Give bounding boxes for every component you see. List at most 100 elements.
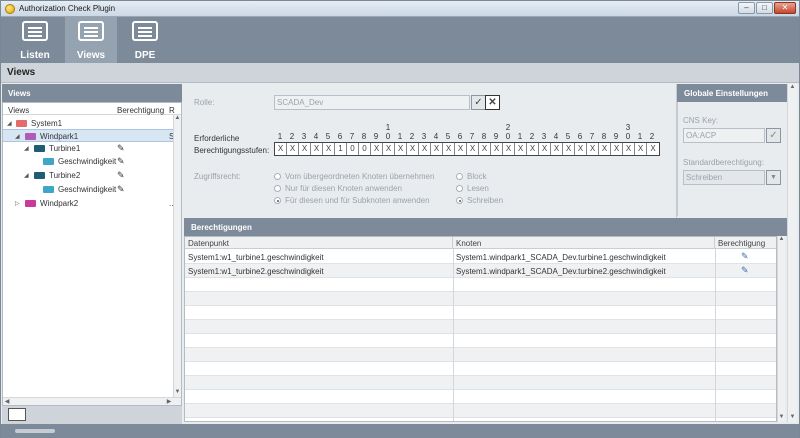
collapsed-arrow-icon[interactable]: ▷ — [15, 200, 20, 207]
minimize-button[interactable]: – — [738, 2, 755, 14]
toolbar-dpe-button[interactable]: DPE — [119, 17, 171, 63]
level-checkbox[interactable]: X — [635, 143, 647, 155]
standard-permission-select[interactable]: Schreiben — [683, 170, 765, 185]
edit-pen-icon[interactable]: ✎ — [117, 170, 125, 181]
level-checkbox[interactable]: X — [623, 143, 635, 155]
level-checkbox[interactable]: X — [539, 143, 551, 155]
tree-vertical-scrollbar[interactable]: ▲ ▼ — [173, 115, 181, 397]
expand-arrow-icon[interactable]: ◢ — [24, 145, 29, 152]
global-settings-panel: CNS Key: OA:ACP ✓ Standardberechtigung: … — [677, 102, 787, 216]
level-digit: 1 — [517, 132, 523, 141]
scroll-up-icon[interactable]: ▲ — [788, 84, 797, 92]
edit-pen-icon[interactable]: ✎ — [117, 143, 125, 154]
scroll-up-icon[interactable]: ▲ — [174, 115, 181, 123]
level-checkbox[interactable]: X — [611, 143, 623, 155]
level-checkbox[interactable]: X — [479, 143, 491, 155]
level-digit: 8 — [601, 132, 607, 141]
radio-this-node[interactable]: Nur für diesen Knoten anwenden — [274, 184, 402, 193]
level-digit: 1 — [397, 132, 403, 141]
level-checkbox[interactable]: X — [287, 143, 299, 155]
edit-pen-icon[interactable]: ✎ — [117, 184, 125, 195]
edit-pen-icon[interactable]: ✎ — [741, 265, 749, 276]
scroll-down-icon[interactable]: ▼ — [174, 389, 181, 397]
level-checkbox[interactable]: X — [491, 143, 503, 155]
tree-item-turbine2[interactable]: ◢ Turbine2 ✎ — [3, 169, 173, 182]
scroll-left-icon[interactable]: ◀ — [3, 398, 11, 405]
level-checkbox[interactable]: X — [647, 143, 659, 155]
level-checkbox[interactable]: X — [515, 143, 527, 155]
level-checkbox[interactable]: X — [455, 143, 467, 155]
tree-item-label: Geschwindigkeit — [58, 185, 117, 194]
expand-arrow-icon[interactable]: ◢ — [7, 120, 12, 127]
level-checkbox[interactable]: 0 — [359, 143, 371, 155]
cns-key-input[interactable]: OA:ACP — [683, 128, 765, 143]
level-checkbox[interactable]: X — [575, 143, 587, 155]
table-row[interactable]: System1:w1_turbine1.geschwindigkeit Syst… — [185, 250, 776, 264]
tree-horizontal-scrollbar[interactable]: ◀ ▶ — [3, 397, 181, 405]
level-checkbox[interactable]: X — [419, 143, 431, 155]
column-berechtigung[interactable]: Berechtigung — [117, 106, 164, 115]
radio-schreiben[interactable]: Schreiben — [456, 196, 503, 205]
level-checkbox[interactable]: X — [407, 143, 419, 155]
level-digit: 5 — [565, 132, 571, 141]
window-vertical-scrollbar[interactable]: ▲ ▼ — [787, 84, 797, 422]
level-checkbox[interactable]: X — [431, 143, 443, 155]
scroll-right-icon[interactable]: ▶ — [165, 398, 173, 405]
level-checkbox[interactable]: X — [563, 143, 575, 155]
chevron-down-icon[interactable]: ▼ — [766, 170, 781, 185]
expand-arrow-icon[interactable]: ◢ — [24, 172, 29, 179]
scroll-down-icon[interactable]: ▼ — [778, 414, 785, 422]
edit-pen-icon[interactable]: ✎ — [741, 251, 749, 262]
confirm-role-button[interactable]: ✓ — [471, 95, 486, 110]
level-checkbox[interactable]: X — [383, 143, 395, 155]
radio-subnodes[interactable]: Für diesen und für Subknoten anwenden — [274, 196, 430, 205]
status-scroll-handle[interactable] — [15, 429, 55, 433]
tree-item-geschwindigkeit-1[interactable]: Geschwindigkeit ✎ — [3, 155, 173, 168]
level-checkbox[interactable]: X — [467, 143, 479, 155]
level-checkbox[interactable]: X — [299, 143, 311, 155]
level-checkbox[interactable]: X — [551, 143, 563, 155]
level-checkbox[interactable]: X — [275, 143, 287, 155]
scroll-down-icon[interactable]: ▼ — [788, 414, 797, 422]
rolle-input[interactable]: SCADA_Dev — [274, 95, 470, 110]
tree-item-turbine1[interactable]: ◢ Turbine1 ✎ — [3, 142, 173, 155]
cancel-role-button[interactable]: ✕ — [485, 95, 500, 110]
level-checkbox[interactable]: 1 — [335, 143, 347, 155]
column-knoten[interactable]: Knoten — [453, 237, 715, 249]
edit-pen-icon[interactable]: ✎ — [117, 156, 125, 167]
level-checkbox[interactable]: 0 — [347, 143, 359, 155]
level-checkbox[interactable]: X — [371, 143, 383, 155]
level-checkbox[interactable]: X — [443, 143, 455, 155]
table-row[interactable]: System1:w1_turbine2.geschwindigkeit Syst… — [185, 264, 776, 278]
list-view-icon[interactable] — [8, 408, 26, 421]
toolbar-dpe-label: DPE — [134, 50, 156, 61]
level-checkbox[interactable]: X — [527, 143, 539, 155]
radio-inherit[interactable]: Vom übergeordneten Knoten übernehmen — [274, 172, 434, 181]
cns-confirm-button[interactable]: ✓ — [766, 128, 781, 143]
column-berechtigung[interactable]: Berechtigung — [715, 237, 776, 249]
level-checkbox[interactable]: X — [587, 143, 599, 155]
column-r[interactable]: R — [169, 106, 175, 115]
level-digit: 1 — [277, 132, 283, 141]
column-datenpunkt[interactable]: Datenpunkt — [185, 237, 453, 249]
close-button[interactable]: ✕ — [774, 2, 796, 14]
radio-lesen[interactable]: Lesen — [456, 184, 489, 193]
level-checkbox[interactable]: X — [503, 143, 515, 155]
level-checkbox[interactable]: X — [323, 143, 335, 155]
expand-arrow-icon[interactable]: ◢ — [15, 133, 20, 140]
toolbar-views-button[interactable]: Views — [65, 17, 117, 63]
level-checkbox[interactable]: X — [599, 143, 611, 155]
level-checkbox[interactable]: X — [395, 143, 407, 155]
level-digit: 3 — [301, 132, 307, 141]
table-row — [185, 320, 776, 334]
column-views[interactable]: Views — [8, 106, 29, 115]
radio-block[interactable]: Block — [456, 172, 487, 181]
level-checkbox[interactable]: X — [311, 143, 323, 155]
scroll-up-icon[interactable]: ▲ — [778, 236, 785, 244]
tree-item-geschwindigkeit-2[interactable]: Geschwindigkeit ✎ — [3, 183, 173, 196]
table-vertical-scrollbar[interactable]: ▲ ▼ — [777, 236, 785, 422]
tree-item-windpark1[interactable]: ◢ Windpark1 S — [3, 129, 174, 142]
toolbar-listen-button[interactable]: Listen — [9, 17, 61, 63]
tree-item-windpark2[interactable]: ▷ Windpark2 ... — [3, 197, 176, 210]
maximize-button[interactable]: □ — [756, 2, 773, 14]
